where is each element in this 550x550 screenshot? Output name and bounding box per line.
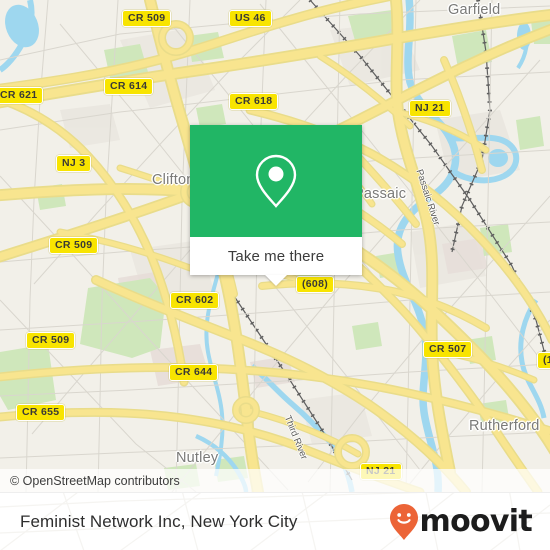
- popup-pointer-tail: [265, 275, 287, 286]
- road-shield-cr-655: CR 655: [16, 404, 66, 421]
- road-shield-cr-507: CR 507: [423, 341, 473, 358]
- attribution-text: © OpenStreetMap contributors: [10, 473, 180, 488]
- popup-icon-area: [190, 125, 362, 237]
- road-shield-us-46: US 46: [229, 10, 272, 27]
- road-shield-cr-509-lower: CR 509: [26, 332, 76, 349]
- footer-bar: Feminist Network Inc, New York City moov…: [0, 492, 550, 550]
- road-shield-cr-509-mid: CR 509: [49, 237, 99, 254]
- road-shield-cr-644: CR 644: [169, 364, 219, 381]
- road-shield-nj-3: NJ 3: [56, 155, 92, 172]
- moovit-logo[interactable]: moovit: [389, 503, 533, 541]
- location-popup-card[interactable]: Take me there: [190, 125, 362, 286]
- road-shield-608: (608): [296, 276, 335, 293]
- road-shield-cr-509: CR 509: [122, 10, 172, 27]
- road-shield-cr-602: CR 602: [170, 292, 220, 309]
- moovit-smiley-pin-icon: [389, 503, 419, 541]
- road-shield-clipped-east: (1: [537, 352, 550, 369]
- road-shield-cr-614: CR 614: [104, 78, 154, 95]
- road-shield-nj-21-north: NJ 21: [409, 100, 451, 117]
- take-me-there-button[interactable]: Take me there: [190, 237, 362, 275]
- map-screenshot-root: Garfield Clifton Passaic Nutley Rutherfo…: [0, 0, 550, 550]
- road-shield-cr-621: CR 621: [0, 87, 44, 104]
- moovit-wordmark: moovit: [419, 503, 533, 539]
- page-title: Feminist Network Inc, New York City: [20, 511, 298, 531]
- road-shield-cr-618: CR 618: [229, 93, 279, 110]
- map-canvas[interactable]: Garfield Clifton Passaic Nutley Rutherfo…: [0, 0, 550, 492]
- map-pin-icon: [253, 152, 299, 210]
- map-attribution: © OpenStreetMap contributors: [0, 469, 550, 492]
